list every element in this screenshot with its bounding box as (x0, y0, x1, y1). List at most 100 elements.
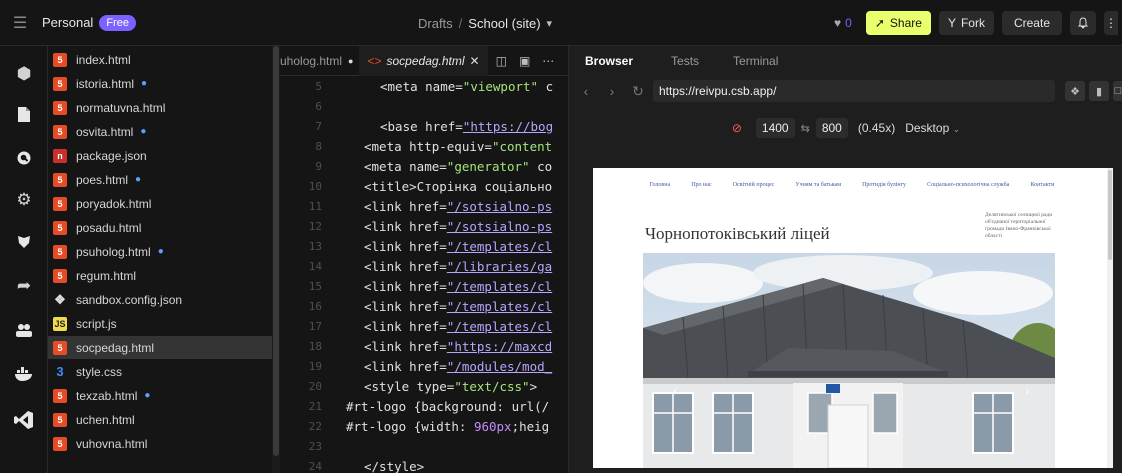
activity-bar: ⬢ ⚙ ➦ (0, 46, 48, 473)
code-line: 24 </style> (280, 456, 568, 473)
line-number: 9 (315, 159, 322, 173)
devtools-icon[interactable]: ❖ (1065, 81, 1085, 101)
file-explorer: 5 index.html 5 istoria.html ● 5 normatuvna.htm… (48, 46, 280, 473)
site-nav-link[interactable]: Учням та батькам (795, 182, 841, 188)
file-index-html[interactable]: 5 index.html (48, 48, 272, 71)
code-area[interactable]: 5 <meta name="viewport" c 6 7 <base href="ht… (280, 76, 568, 473)
tab-browser[interactable]: Browser (569, 54, 649, 68)
file-sandbox-config-json[interactable]: ❖ sandbox.config.json (48, 288, 272, 311)
create-button[interactable]: Create (1001, 11, 1062, 35)
more-horizontal-icon[interactable]: ⋯ (542, 54, 554, 68)
workspace-name[interactable]: Personal (42, 15, 93, 30)
disable-icon[interactable]: ⊘ (732, 121, 742, 135)
file-poes-html[interactable]: 5 poes.html ● (48, 168, 272, 191)
line-content: <link href="https://maxcd (364, 339, 552, 354)
code-editor: uholog.html ● <> socpedag.html ✕ ◫ ▣ ⋯ 5… (280, 46, 568, 473)
file-icon[interactable] (0, 96, 48, 132)
file-style-css[interactable]: 3 style.css (48, 360, 272, 383)
breadcrumb-drafts[interactable]: Drafts (418, 16, 453, 31)
top-actions: ♥ 0 ➚ Share Υ Fork Create ⋮ (834, 0, 1122, 46)
file-regum-html[interactable]: 5 regum.html (48, 264, 272, 287)
tab-psuholog[interactable]: uholog.html ● (280, 54, 359, 68)
docker-icon[interactable] (0, 356, 48, 392)
chevron-down-icon[interactable]: ▾ (547, 17, 553, 30)
line-number: 7 (315, 119, 322, 133)
site-nav-link[interactable]: Освітній процес (733, 182, 775, 188)
code-token: "generator" (446, 158, 530, 174)
code-line: 14 <link href="/libraries/ga (280, 256, 568, 276)
file-istoria-html[interactable]: 5 istoria.html ● (48, 72, 272, 95)
file-texzab-html[interactable]: 5 texzab.html ● (48, 384, 272, 407)
file-name: osvita.html (76, 124, 134, 139)
forward-icon[interactable]: › (599, 83, 625, 99)
file-normatuvna-html[interactable]: 5 normatuvna.html (48, 96, 272, 119)
url-bar: ‹ › ↻ https://reivpu.csb.app/ ❖ ▮ □ (569, 76, 1122, 106)
code-line: 6 (280, 96, 568, 116)
more-vertical-icon[interactable]: ⋮ (1104, 11, 1118, 35)
file-uchen-html[interactable]: 5 uchen.html (48, 408, 272, 431)
line-content: #rt-logo {background: url(/ (346, 399, 549, 414)
line-content: <title>Сторінка соціально (364, 179, 552, 194)
line-content: <link href="/templates/cl (364, 239, 552, 254)
site-nav-link[interactable]: Про нас (691, 182, 711, 188)
shield-icon[interactable] (0, 224, 48, 260)
layout-icon[interactable]: □ (1113, 81, 1122, 101)
tab-tests[interactable]: Tests (649, 54, 715, 68)
file-osvita-html[interactable]: 5 osvita.html ● (48, 120, 272, 143)
refresh-icon[interactable]: ↻ (625, 83, 651, 100)
viewport-width[interactable]: 1400 (755, 118, 795, 138)
code-line: 11 <link href="/sotsialno-ps (280, 196, 568, 216)
file-package-json[interactable]: n package.json (48, 144, 272, 167)
search-icon[interactable] (0, 140, 48, 176)
site-scrollbar[interactable] (1107, 168, 1113, 468)
top-bar: ☰ Personal Free Drafts / School (site) ▾… (0, 0, 1122, 46)
file-psuholog-html[interactable]: 5 psuholog.html ● (48, 240, 272, 263)
site-nav-link[interactable]: Контакти (1030, 182, 1054, 188)
users-icon[interactable] (0, 312, 48, 348)
tab-label: socpedag.html (386, 53, 465, 68)
sandbox-title[interactable]: School (site) (468, 16, 540, 31)
explorer-scrollbar[interactable] (272, 46, 280, 473)
device-select[interactable]: Desktop ⌄ (905, 121, 960, 135)
share-label: Share (889, 16, 922, 30)
share-button[interactable]: ➚ Share (865, 11, 931, 35)
bell-icon[interactable] (1070, 11, 1096, 35)
code-token: <link href= (364, 238, 447, 254)
site-nav-link[interactable]: Протидія булінгу (862, 182, 906, 188)
line-number: 8 (315, 139, 322, 153)
open-window-icon[interactable]: ▮ (1089, 81, 1109, 101)
file-poryadok-html[interactable]: 5 poryadok.html (48, 192, 272, 215)
css-file-icon: 3 (56, 364, 64, 379)
split-editor-icon[interactable]: ◫ (496, 54, 507, 68)
url-input[interactable]: https://reivpu.csb.app/ (653, 80, 1055, 102)
modified-dot-icon: ● (144, 390, 151, 401)
code-token: "/templates/cl (446, 278, 553, 294)
code-line: 19 <link href="/modules/mod_ (280, 356, 568, 376)
file-socpedag-html[interactable]: 5 socpedag.html (48, 336, 272, 359)
gear-icon[interactable]: ⚙ (0, 182, 48, 218)
html-file-icon: 5 (53, 220, 67, 235)
fork-button[interactable]: Υ Fork (938, 11, 994, 35)
tab-socpedag[interactable]: <> socpedag.html ✕ (359, 46, 488, 76)
html-file-icon: 5 (53, 76, 67, 91)
swap-icon[interactable]: ⇆ (801, 122, 810, 135)
back-icon[interactable]: ‹ (573, 83, 599, 99)
likes[interactable]: ♥ 0 (834, 16, 852, 30)
file-name: index.html (76, 52, 131, 67)
viewport-height[interactable]: 800 (815, 118, 848, 138)
line-number: 15 (308, 279, 322, 293)
cube-icon[interactable]: ⬢ (0, 56, 48, 92)
file-vuhovna-html[interactable]: 5 vuhovna.html (48, 432, 272, 455)
code-line: 20 <style type="text/css"> (280, 376, 568, 396)
file-script-js[interactable]: JS script.js (48, 312, 272, 335)
code-token: 960px (473, 418, 512, 434)
close-icon[interactable]: ✕ (470, 54, 480, 68)
hamburger-menu-icon[interactable]: ☰ (0, 0, 40, 46)
file-posadu-html[interactable]: 5 posadu.html (48, 216, 272, 239)
rocket-icon[interactable]: ➦ (0, 268, 48, 304)
site-nav-link[interactable]: Соціально-психологічна служба (927, 182, 1009, 188)
site-nav-link[interactable]: Головна (650, 182, 671, 188)
vscode-icon[interactable] (0, 402, 48, 438)
preview-icon[interactable]: ▣ (519, 54, 530, 68)
tab-terminal[interactable]: Terminal (715, 54, 794, 68)
